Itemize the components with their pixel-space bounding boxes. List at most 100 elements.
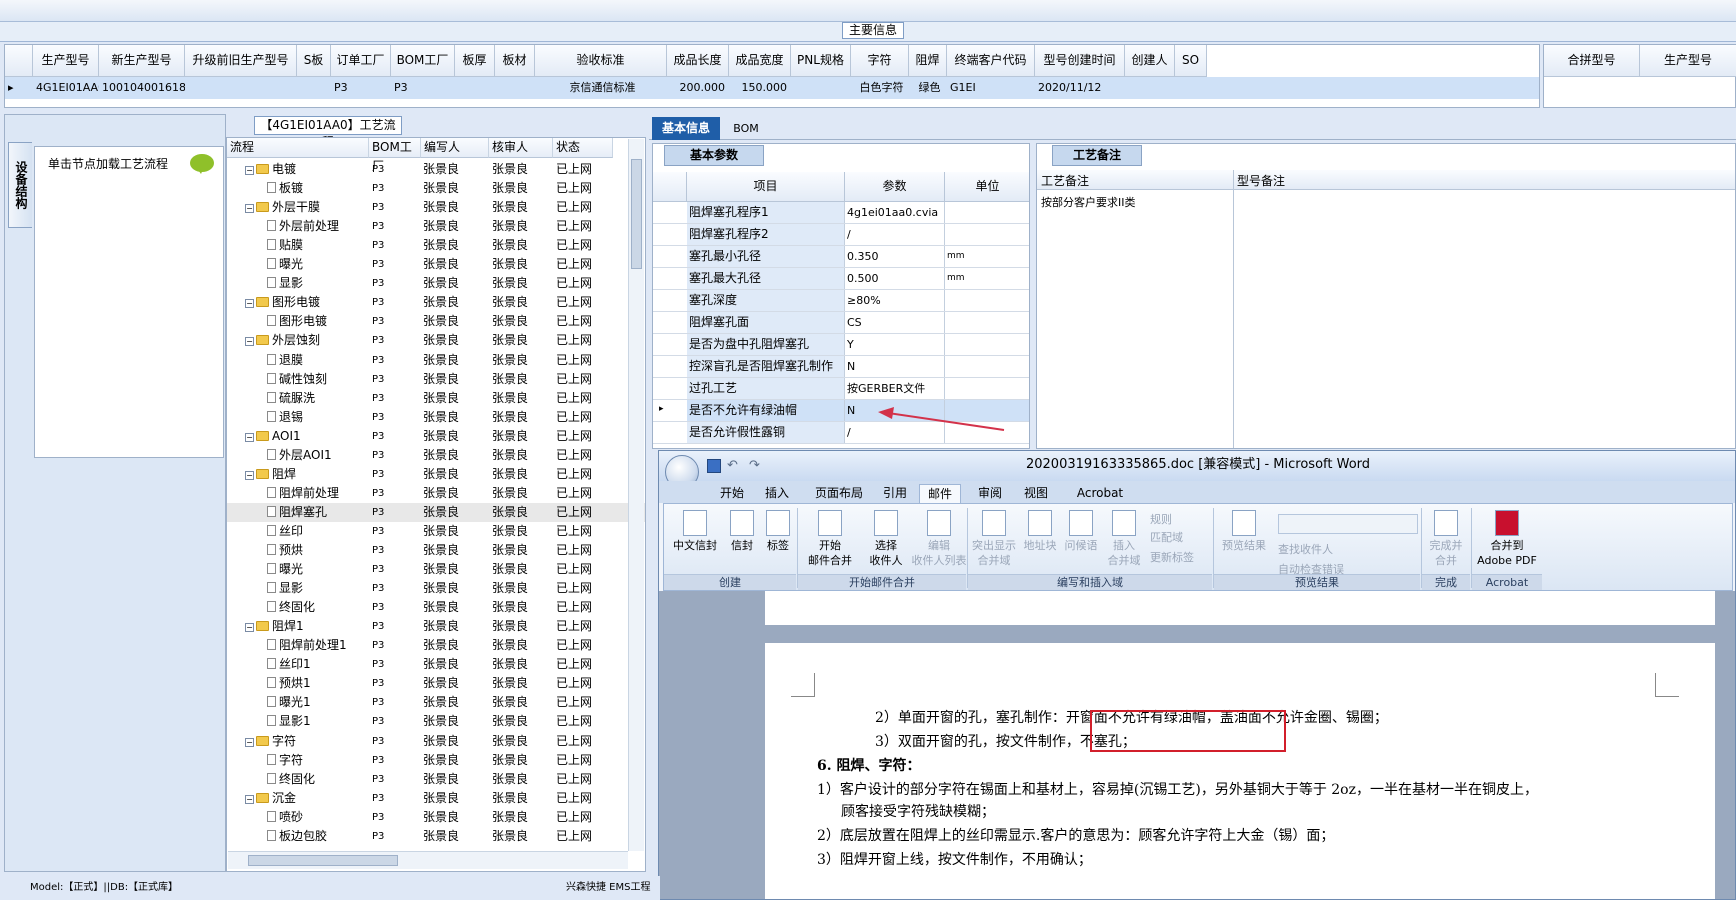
scrollbar-thumb[interactable] (631, 159, 642, 269)
document-line[interactable]: 1）客户设计的部分字符在锡面上和基材上，容易掉(沉锡工艺)，另外基铜大于等于 2… (817, 779, 1538, 799)
grid-header[interactable]: 订单工厂 (331, 45, 391, 77)
start-merge-button[interactable]: 开始 邮件合并 (802, 510, 858, 568)
find-recipient-button[interactable]: 查找收件人 (1278, 542, 1333, 557)
flow-node[interactable]: 预烘 (267, 541, 369, 560)
flow-node[interactable]: 退膜 (267, 351, 369, 370)
grid-cell[interactable]: 150.000 (729, 77, 791, 99)
grid-cell[interactable] (297, 77, 331, 99)
flow-row[interactable]: 阻焊前处理1 P3 张景良 张景良 已上网 (227, 636, 645, 655)
flow-row[interactable]: 板镀 P3 张景良 张景良 已上网 (227, 179, 645, 198)
flow-row[interactable]: 喷砂 P3 张景良 张景良 已上网 (227, 808, 645, 827)
flow-row[interactable]: 终固化 P3 张景良 张景良 已上网 (227, 598, 645, 617)
grid-header[interactable]: 升级前旧生产型号 (185, 45, 297, 77)
flow-node[interactable]: 阻焊前处理1 (267, 636, 369, 655)
insert-field-button[interactable]: 插入 合并域 (1102, 510, 1146, 568)
collapse-icon[interactable]: − (245, 623, 254, 633)
flow-header[interactable]: 核审人 (489, 138, 553, 158)
grid-header[interactable]: 终端客户代码 (947, 45, 1035, 77)
flow-node[interactable]: 预烘1 (267, 674, 369, 693)
flow-node[interactable]: 显影 (267, 274, 369, 293)
param-row[interactable]: 塞孔深度 ≥80% (653, 290, 1029, 312)
grid-cell[interactable] (791, 77, 851, 99)
ribbon-tab[interactable]: 邮件 (919, 484, 961, 503)
flow-vertical-scrollbar[interactable] (628, 139, 644, 851)
param-row[interactable]: 阻焊塞孔程序2/ (653, 224, 1029, 246)
param-value[interactable]: N (845, 356, 945, 377)
flow-row[interactable]: 显影1 P3 张景良 张景良 已上网 (227, 712, 645, 731)
document-line[interactable]: 3）阻焊开窗上线，按文件制作，不用确认； (817, 849, 1092, 869)
document-page[interactable]: 2）单面开窗的孔，塞孔制作：开窗面不允许有绿油帽，盖油面不允许金圈、锡圈； 3）双… (765, 643, 1715, 899)
flow-header[interactable]: BOM工厂 (369, 138, 421, 173)
flow-row[interactable]: 硫脲洗 P3 张景良 张景良 已上网 (227, 389, 645, 408)
param-value[interactable]: CS (845, 312, 945, 333)
process-remark-text[interactable]: 按部分客户要求II类 (1041, 194, 1136, 210)
flow-row[interactable]: − 字符 P3 张景良 张景良 已上网 (227, 732, 645, 751)
ribbon-tab[interactable]: 引用 (877, 484, 913, 503)
flow-row[interactable]: 字符 P3 张景良 张景良 已上网 (227, 751, 645, 770)
flow-row[interactable]: 阻焊前处理 P3 张景良 张景良 已上网 (227, 484, 645, 503)
collapse-icon[interactable]: − (245, 337, 254, 347)
grid-header[interactable]: BOM工厂 (391, 45, 455, 77)
flow-node[interactable]: − 阻焊 (245, 465, 369, 484)
flow-row[interactable]: 终固化 P3 张景良 张景良 已上网 (227, 770, 645, 789)
undo-icon[interactable]: ↶ (727, 458, 738, 473)
envelope-button[interactable]: 中文信封 (668, 510, 722, 553)
merge-pdf-button[interactable]: 合并到 Adobe PDF (1472, 510, 1542, 568)
document-line[interactable]: 6. 阻焊、字符： (817, 755, 921, 775)
flow-row[interactable]: 退锡 P3 张景良 张景良 已上网 (227, 408, 645, 427)
ribbon-tab[interactable]: 审阅 (971, 484, 1009, 503)
flow-row[interactable]: − 电镀 P3 张景良 张景良 已上网 (227, 160, 645, 179)
flow-node[interactable]: 退锡 (267, 408, 369, 427)
flow-row[interactable]: 预烘 P3 张景良 张景良 已上网 (227, 541, 645, 560)
flow-node[interactable]: − 字符 (245, 732, 369, 751)
grid-cell[interactable] (1175, 77, 1207, 99)
flow-node[interactable]: 曝光 (267, 255, 369, 274)
flow-row[interactable]: 丝印 P3 张景良 张景良 已上网 (227, 522, 645, 541)
grid-cell[interactable] (495, 77, 535, 99)
tab-bom[interactable]: BOM (726, 117, 766, 140)
flow-node[interactable]: − 外层干膜 (245, 198, 369, 217)
grid-cell[interactable]: 200.000 (667, 77, 729, 99)
preview-button[interactable]: 预览结果 (1216, 510, 1272, 553)
flow-node[interactable]: − 阻焊1 (245, 617, 369, 636)
flow-row[interactable]: 曝光1 P3 张景良 张景良 已上网 (227, 693, 645, 712)
flow-header[interactable]: 编写人 (421, 138, 489, 158)
flow-node[interactable]: − 沉金 (245, 789, 369, 808)
ribbon-tab[interactable]: 视图 (1015, 484, 1057, 503)
flow-node[interactable]: 碱性蚀刻 (267, 370, 369, 389)
param-value[interactable]: ≥80% (845, 290, 945, 311)
param-row[interactable]: 是否为盘中孔阻焊塞孔 Y (653, 334, 1029, 356)
grid-cell[interactable]: 京信通信标准 (535, 77, 667, 99)
edit-recipients-button[interactable]: 编辑 收件人列表 (910, 510, 968, 568)
save-icon[interactable] (707, 459, 721, 473)
ribbon-tab[interactable]: 开始 (711, 484, 753, 503)
redo-icon[interactable]: ↷ (749, 458, 760, 473)
greeting-button[interactable]: 问候语 (1060, 510, 1102, 553)
grid-header[interactable]: 生产型号 (33, 45, 99, 77)
collapse-icon[interactable]: − (245, 470, 254, 480)
collapse-icon[interactable]: − (245, 737, 254, 747)
merge-header[interactable]: 合拼型号 (1544, 45, 1640, 77)
collapse-icon[interactable]: − (245, 432, 254, 442)
grid-cell[interactable]: 10010400161889 (99, 77, 185, 99)
collapse-icon[interactable]: − (245, 166, 254, 175)
param-value[interactable]: 按GERBER文件 (845, 378, 945, 399)
grid-cell[interactable] (1125, 77, 1175, 99)
labels-button[interactable]: 标签 (760, 510, 796, 553)
param-row[interactable]: 阻焊塞孔程序1 4g1ei01aa0.cvia (653, 202, 1029, 224)
flow-node[interactable]: − 电镀 (245, 160, 369, 179)
flow-row[interactable]: 板边包胶 P3 张景良 张景良 已上网 (227, 827, 645, 846)
flow-node[interactable]: 终固化 (267, 770, 369, 789)
rules-button[interactable]: 规则 (1150, 512, 1172, 527)
flow-node[interactable]: − AOI1 (245, 427, 369, 446)
flow-node[interactable]: − 图形电镀 (245, 293, 369, 312)
flow-row[interactable]: 显影 P3 张景良 张景良 已上网 (227, 274, 645, 293)
grid-header[interactable]: 阻焊 (909, 45, 947, 77)
collapse-icon[interactable]: − (245, 299, 254, 309)
document-line[interactable]: 2）底层放置在阻焊上的丝印需显示.客户的意思为：顾客允许字符上大金（锡）面； (817, 825, 1334, 845)
grid-header[interactable]: SO (1175, 45, 1207, 77)
flow-row[interactable]: − 外层蚀刻 P3 张景良 张景良 已上网 (227, 331, 645, 350)
grid-cell[interactable] (185, 77, 297, 99)
flow-row[interactable]: 曝光 P3 张景良 张景良 已上网 (227, 255, 645, 274)
grid-header[interactable]: 字符 (851, 45, 909, 77)
